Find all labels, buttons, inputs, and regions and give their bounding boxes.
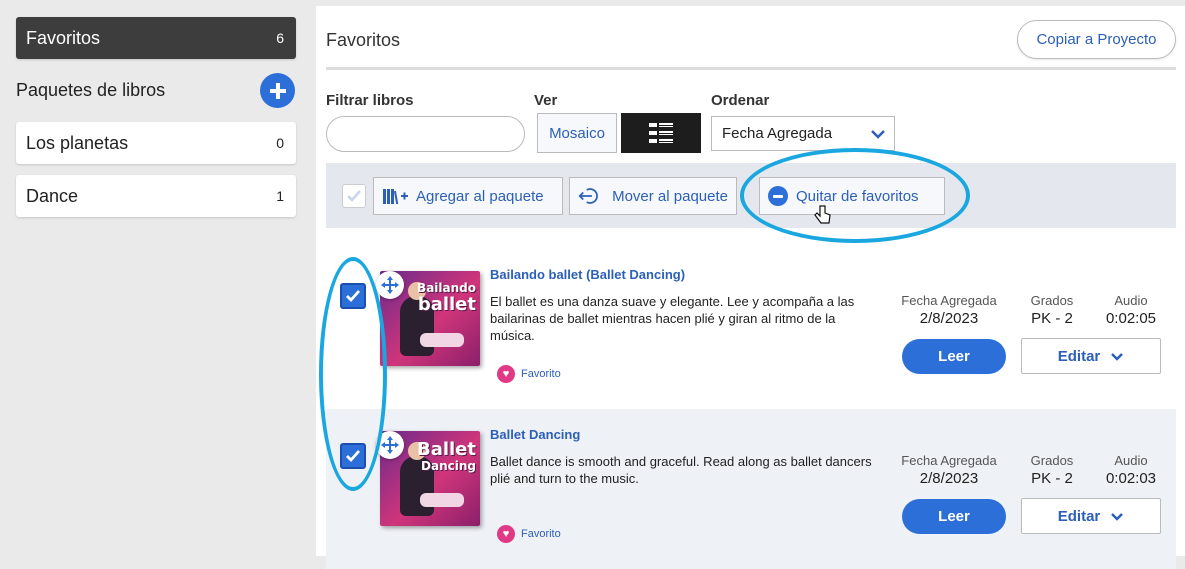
- sort-value: Fecha Agregada: [722, 125, 833, 142]
- add-to-package-icon: [383, 189, 408, 205]
- chevron-down-icon: [871, 129, 885, 139]
- grades: Grados PK - 2: [1022, 453, 1082, 487]
- list-view-button[interactable]: [621, 113, 701, 153]
- favorite-tag[interactable]: ♥ Favorito: [497, 525, 561, 543]
- audio-label: Audio: [1114, 293, 1148, 308]
- edit-button[interactable]: Editar: [1021, 338, 1161, 374]
- add-to-package-label: Agregar al paquete: [416, 187, 544, 205]
- sidebar-item-label: Favoritos: [26, 27, 101, 48]
- minus-circle-icon: [768, 186, 788, 206]
- sidebar-item-label: Los planetas: [26, 132, 129, 153]
- select-all-checkbox[interactable]: [342, 184, 366, 208]
- grades-label: Grados: [1030, 453, 1074, 468]
- date-added: Fecha Agregada 2/8/2023: [896, 453, 1002, 487]
- book-checkbox[interactable]: [340, 443, 366, 469]
- cover-title-line: Dancing: [421, 459, 476, 473]
- book-checkbox[interactable]: [340, 283, 366, 309]
- mosaic-view-button[interactable]: Mosaico: [537, 113, 617, 153]
- move-to-package-label: Mover al paquete: [612, 187, 728, 205]
- move-icon: [381, 436, 399, 454]
- book-description: El ballet es una danza suave y elegante.…: [490, 294, 855, 343]
- book-row: Bailando ballet Bailando ballet (Ballet …: [326, 249, 1176, 409]
- date-added-label: Fecha Agregada: [901, 453, 997, 468]
- divider: [326, 67, 1176, 70]
- check-icon: [346, 290, 361, 303]
- book-row: Ballet Dancing Ballet Dancing Ballet dan…: [326, 409, 1176, 569]
- view-label: Ver: [534, 92, 558, 109]
- date-added: Fecha Agregada 2/8/2023: [896, 293, 1002, 327]
- edit-label: Editar: [1057, 507, 1101, 525]
- cover-title: Ballet Dancing: [417, 441, 476, 474]
- read-button[interactable]: Leer: [902, 499, 1006, 534]
- remove-from-favorites-button[interactable]: Quitar de favoritos: [759, 177, 945, 215]
- read-button[interactable]: Leer: [902, 339, 1006, 374]
- plus-icon: [269, 82, 286, 99]
- sort-label: Ordenar: [711, 92, 770, 109]
- edit-label: Editar: [1057, 347, 1101, 365]
- sidebar-item-count: 6: [276, 30, 284, 46]
- book-title[interactable]: Ballet Dancing: [490, 427, 580, 442]
- audio: Audio 0:02:05: [1096, 293, 1166, 327]
- cover-title-line: Ballet: [416, 439, 476, 460]
- sidebar-item-count: 0: [276, 135, 284, 151]
- move-handle[interactable]: [376, 271, 404, 299]
- grades-value: PK - 2: [1031, 470, 1073, 487]
- audio-label: Audio: [1114, 453, 1148, 468]
- sidebar-item-los-planetas[interactable]: Los planetas 0: [16, 122, 296, 164]
- cover-title-line: ballet: [417, 294, 476, 315]
- audio-value: 0:02:03: [1105, 470, 1157, 487]
- date-added-label: Fecha Agregada: [901, 293, 997, 308]
- edit-button[interactable]: Editar: [1021, 498, 1161, 534]
- check-icon: [347, 190, 361, 202]
- bulk-actions-toolbar: Agregar al paquete Mover al paquete Quit…: [326, 163, 1176, 228]
- move-icon: [381, 276, 399, 294]
- remove-from-favorites-label: Quitar de favoritos: [796, 187, 919, 205]
- check-icon: [346, 450, 361, 463]
- sidebar-item-count: 1: [276, 188, 284, 204]
- add-to-package-button[interactable]: Agregar al paquete: [373, 177, 563, 215]
- move-to-package-button[interactable]: Mover al paquete: [569, 177, 737, 215]
- chevron-down-icon: [1111, 352, 1124, 361]
- sidebar-item-label: Dance: [26, 185, 79, 206]
- packages-heading: Paquetes de libros: [16, 80, 166, 100]
- cover-legs: [420, 333, 464, 347]
- cover-legs: [420, 493, 464, 507]
- copy-to-project-button[interactable]: Copiar a Proyecto: [1017, 20, 1176, 59]
- date-added-value: 2/8/2023: [919, 470, 979, 487]
- favorite-label: Favorito: [521, 368, 561, 380]
- page-title: Favoritos: [326, 30, 401, 50]
- audio: Audio 0:02:03: [1096, 453, 1166, 487]
- main-panel: Favoritos Copiar a Proyecto Filtrar libr…: [316, 6, 1185, 569]
- add-package-button[interactable]: [260, 73, 295, 108]
- date-added-value: 2/8/2023: [919, 310, 979, 327]
- book-description: Ballet dance is smooth and graceful. Rea…: [490, 454, 872, 486]
- cover-title: Bailando ballet: [417, 281, 476, 314]
- favorite-label: Favorito: [521, 528, 561, 540]
- sidebar-item-dance[interactable]: Dance 1: [16, 175, 296, 217]
- chevron-down-icon: [1111, 512, 1124, 521]
- filter-label: Filtrar libros: [326, 92, 414, 109]
- heart-icon: ♥: [497, 365, 515, 383]
- grades-value: PK - 2: [1031, 310, 1073, 327]
- list-view-icon: [649, 123, 673, 143]
- book-title[interactable]: Bailando ballet (Ballet Dancing): [490, 267, 685, 282]
- sidebar-item-favoritos[interactable]: Favoritos 6: [16, 17, 296, 59]
- move-handle[interactable]: [376, 431, 404, 459]
- move-package-icon: [578, 188, 598, 204]
- sort-select[interactable]: Fecha Agregada: [711, 116, 895, 151]
- heart-icon: ♥: [497, 525, 515, 543]
- filter-input[interactable]: [326, 116, 525, 152]
- grades: Grados PK - 2: [1022, 293, 1082, 327]
- grades-label: Grados: [1030, 293, 1074, 308]
- sidebar: Favoritos 6 Paquetes de libros Los plane…: [0, 0, 312, 556]
- audio-value: 0:02:05: [1105, 310, 1157, 327]
- favorite-tag[interactable]: ♥ Favorito: [497, 365, 561, 383]
